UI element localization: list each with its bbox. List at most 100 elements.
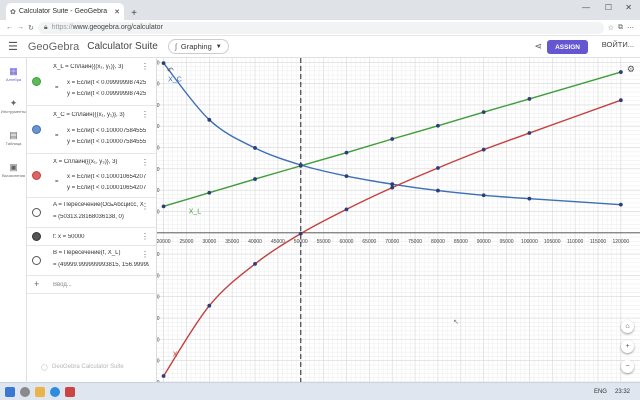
algebra-input-row[interactable]: + Ввод... <box>27 276 156 294</box>
mouse-cursor-icon: ↖ <box>453 319 459 326</box>
y-tick-label: 250 <box>157 124 160 130</box>
y-tick-label: -100 <box>157 273 160 279</box>
x-tick-label: 105000 <box>544 239 561 245</box>
y-tick-label: -300 <box>157 359 160 365</box>
more-options-icon[interactable]: ⋮ <box>141 110 149 119</box>
algebra-row-x[interactable]: X = Сплайн({(x₁, y₃)}, 3) x = Если(t < 0… <box>27 154 156 198</box>
close-tab-icon[interactable]: ✕ <box>114 8 120 16</box>
minimize-icon[interactable]: — <box>582 3 590 12</box>
data-point <box>527 97 532 101</box>
parametric-y: y = Если(t < 0.100010654207 <box>67 185 147 191</box>
graph-canvas[interactable]: 20000 25000 30000 35000 40000 45000 50000 55000… <box>157 58 640 382</box>
data-point <box>390 182 395 187</box>
extensions-icon[interactable]: ⧉ <box>618 24 623 32</box>
app-mode-dropdown[interactable]: ∫ Graphing ▼ <box>167 39 229 54</box>
more-options-icon[interactable]: ⋮ <box>141 158 149 167</box>
taskbar: ENG 23:32 <box>0 382 640 400</box>
data-point <box>390 137 395 141</box>
reload-icon[interactable]: ↻ <box>28 24 34 32</box>
algebra-row-a[interactable]: A = Пересечение(ОсьАбсцисс, X = (50313.2… <box>27 198 156 228</box>
rail-label: Алгебра <box>5 77 22 82</box>
data-point <box>436 123 440 128</box>
x-tick-label: 60000 <box>340 239 354 245</box>
algebra-row-xl[interactable]: X_L = Сплайн({(x₁, y₁)}, 3) x = Если(t <… <box>27 58 156 106</box>
new-tab-button[interactable]: + <box>127 6 141 20</box>
y-tick-label: -150 <box>157 295 160 301</box>
settings-icon[interactable]: ⚙ <box>627 64 635 75</box>
data-point <box>161 61 166 66</box>
curve-label-x: X <box>173 351 178 358</box>
data-point <box>298 163 303 167</box>
y-tick-label: 150 <box>157 167 160 173</box>
assign-button[interactable]: ASSIGN <box>547 40 588 54</box>
visibility-toggle[interactable] <box>32 232 41 241</box>
start-icon[interactable] <box>5 386 15 397</box>
x-tick-label: 20000 <box>157 239 171 245</box>
rail-label: Таблица <box>5 141 22 146</box>
graphics-view[interactable]: 20000 25000 30000 35000 40000 45000 50000 55000… <box>157 58 640 382</box>
algebra-row-f[interactable]: f: x = 50000 ⋮ <box>27 228 156 246</box>
url-field[interactable]: 🔒︎ https://www.geogebra.org/calculator <box>37 21 604 34</box>
x-tick-label: 35000 <box>225 239 239 245</box>
rail-item-table[interactable]: ▤ Таблица <box>0 122 27 154</box>
parametric-x: x = Если(t < 0.099999987425 <box>67 80 147 86</box>
more-options-icon[interactable]: ⋮ <box>141 250 149 259</box>
zoom-out-button[interactable]: − <box>621 360 634 373</box>
undo-icon[interactable]: ↶ <box>167 66 174 75</box>
parametric-y: y = Если(t < 0.099999987425 <box>67 91 147 97</box>
more-options-icon[interactable]: ⋮ <box>141 62 149 71</box>
visibility-toggle[interactable] <box>32 256 41 265</box>
data-point <box>253 262 257 266</box>
x-tick-label: 40000 <box>248 239 262 245</box>
data-point <box>298 231 303 236</box>
x-tick-label: 120000 <box>613 239 630 245</box>
algebra-row-b[interactable]: B = Пересечение(f, X_L) = (49999.9999999… <box>27 246 156 276</box>
data-point <box>344 174 349 178</box>
more-options-icon[interactable]: ⋮ <box>141 232 149 241</box>
tray-time[interactable]: 23:32 <box>615 389 630 395</box>
menu-icon[interactable]: ⋯ <box>627 24 634 32</box>
browser-icon[interactable] <box>50 386 60 397</box>
visibility-toggle[interactable] <box>32 171 41 180</box>
data-point <box>344 207 349 212</box>
rail-label: Вычисления <box>1 173 26 178</box>
rail-item-algebra[interactable]: ▦ Алгебра <box>0 58 27 90</box>
share-icon[interactable]: ⋖ <box>534 41 542 52</box>
login-button[interactable]: ВОЙТИ... <box>602 40 634 49</box>
back-icon[interactable]: ← <box>6 24 13 31</box>
calculator-icon: ▦ <box>9 66 18 76</box>
y-tick-label: 100 <box>157 188 160 194</box>
visibility-toggle[interactable] <box>32 77 41 86</box>
rail-item-tools[interactable]: ✦ Инструменты <box>0 90 27 122</box>
zoom-in-button[interactable]: + <box>621 340 634 353</box>
value: = (49999.999999993815, 156.99999 <box>53 262 149 268</box>
browser-window: ✿ Calculator Suite - GeoGebra ✕ + — ☐ ✕ … <box>0 0 640 400</box>
data-point <box>207 117 212 122</box>
x-tick-label: 100000 <box>521 239 538 245</box>
lock-icon: 🔒︎ <box>43 23 48 31</box>
algebra-row-xc[interactable]: X_C = Сплайн({(x₁, y₁)}, 3) x = Если(t <… <box>27 106 156 154</box>
search-icon[interactable] <box>20 386 30 397</box>
app-icon[interactable] <box>65 386 75 397</box>
visibility-toggle[interactable] <box>32 208 41 217</box>
y-tick-label: 400 <box>157 60 160 66</box>
close-window-icon[interactable]: ✕ <box>625 3 632 12</box>
tray-lang[interactable]: ENG <box>594 389 607 395</box>
hamburger-icon[interactable]: ☰ <box>8 40 18 53</box>
star-icon[interactable]: ☆ <box>608 24 614 32</box>
data-point <box>253 146 257 150</box>
curve-label-xc: X_C <box>168 76 182 83</box>
plus-icon[interactable]: + <box>34 279 39 289</box>
visibility-toggle[interactable] <box>32 125 41 134</box>
home-button[interactable]: ⌂ <box>621 320 634 333</box>
rail-item-cas[interactable]: ▣ Вычисления <box>0 154 27 186</box>
maximize-icon[interactable]: ☐ <box>605 3 612 12</box>
brand-logo: GeoGebra <box>27 40 80 53</box>
explorer-icon[interactable] <box>35 386 45 397</box>
forward-icon[interactable]: → <box>17 24 24 31</box>
more-options-icon[interactable]: ⋮ <box>141 202 149 211</box>
value: = (50313.2816803613​8, 0) <box>53 214 124 220</box>
data-point <box>161 374 166 378</box>
browser-tab[interactable]: ✿ Calculator Suite - GeoGebra ✕ <box>6 3 124 20</box>
input-field[interactable]: Ввод... <box>53 282 149 288</box>
